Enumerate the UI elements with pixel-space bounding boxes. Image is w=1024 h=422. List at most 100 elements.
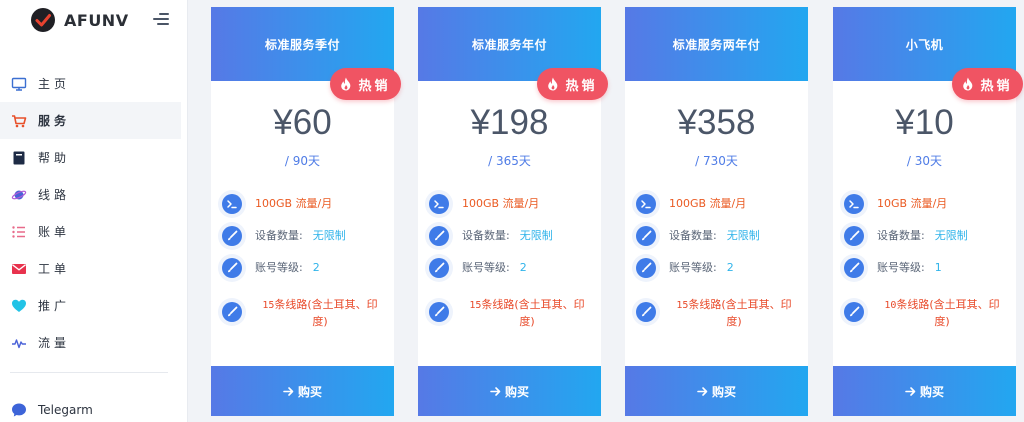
mail-icon xyxy=(12,263,26,274)
feature-lines-count: 15 xyxy=(469,300,482,311)
buy-button[interactable]: 购买 xyxy=(625,366,808,416)
sidebar-item-promotion[interactable]: 推广 xyxy=(0,287,181,324)
feature-lines-count: 10 xyxy=(884,300,897,311)
book-icon xyxy=(13,151,25,164)
feature-traffic: 100GB 流量/月 xyxy=(222,194,332,214)
brush-icon xyxy=(636,302,656,322)
buy-button[interactable]: 购买 xyxy=(211,366,394,416)
brush-icon xyxy=(429,226,449,246)
feature-level-label: 账号等级: xyxy=(255,261,303,274)
arrow-right-icon xyxy=(490,386,501,396)
plan-price: ¥10 xyxy=(895,103,954,142)
brush-icon xyxy=(844,226,864,246)
plan-price: ¥358 xyxy=(677,103,756,142)
feature-devices-label: 设备数量: xyxy=(877,229,925,242)
feature-lines: 15条线路(含土耳其、印度) xyxy=(636,296,799,330)
feature-traffic: 100GB 流量/月 xyxy=(636,194,746,214)
sidebar-item-label: 线路 xyxy=(38,188,71,202)
sidebar-item-bills[interactable]: 账单 xyxy=(0,213,181,250)
sidebar-item-label: 帮助 xyxy=(38,151,71,165)
plan-name: 标准服务季付 xyxy=(264,37,340,52)
nav-divider xyxy=(10,372,168,373)
buy-button-label: 购买 xyxy=(711,384,736,399)
feature-lines-desc: 条线路(含土耳其、印度) xyxy=(896,298,1000,328)
feature-devices: 设备数量: 无限制 xyxy=(636,226,760,246)
plan-name: 标准服务两年付 xyxy=(672,37,761,52)
sidebar-item-traffic[interactable]: 流量 xyxy=(0,324,181,361)
plan-period: / 30天 xyxy=(906,154,943,168)
feature-devices: 设备数量: 无限制 xyxy=(222,226,346,246)
planet-icon xyxy=(11,190,27,199)
sidebar-item-lines[interactable]: 线路 xyxy=(0,176,181,213)
plan-name: 标准服务年付 xyxy=(471,37,547,52)
brush-icon xyxy=(844,258,864,278)
buy-button[interactable]: 购买 xyxy=(418,366,601,416)
chat-bubble-icon xyxy=(12,403,26,417)
feature-level-value: 2 xyxy=(312,261,320,274)
feature-lines: 15条线路(含土耳其、印度) xyxy=(429,296,592,330)
feature-level: 账号等级: 2 xyxy=(636,258,734,278)
feature-devices-label: 设备数量: xyxy=(669,229,717,242)
sidebar-item-label: 工单 xyxy=(38,262,71,276)
flame-icon xyxy=(963,77,973,91)
hot-badge: 热销 xyxy=(330,68,401,100)
feature-lines-text: 15条线路(含土耳其、印度) xyxy=(669,296,799,330)
plan-card-3: 标准服务两年付 ¥358 / 730天 100GB 流量/月 设备数量: 无限制 … xyxy=(625,7,808,416)
feature-lines-text: 10条线路(含土耳其、印度) xyxy=(877,296,1007,330)
feature-lines-text: 15条线路(含土耳其、印度) xyxy=(255,296,385,330)
feature-devices-value: 无限制 xyxy=(726,229,760,242)
brush-icon xyxy=(429,258,449,278)
brush-icon xyxy=(222,226,242,246)
feature-lines: 15条线路(含土耳其、印度) xyxy=(222,296,385,330)
hot-badge-label: 热销 xyxy=(358,78,391,94)
sidebar-item-home[interactable]: 主页 xyxy=(0,65,181,102)
feature-level: 账号等级: 2 xyxy=(429,258,527,278)
feature-level-label: 账号等级: xyxy=(669,261,717,274)
sidebar-item-label: 推广 xyxy=(38,299,71,313)
feature-level-value: 1 xyxy=(934,261,942,274)
sidebar-nav: 主页 服务 帮助 线路 账单 工单 推广 流量 xyxy=(0,65,181,361)
sidebar-item-label: 主页 xyxy=(38,77,71,91)
feature-traffic-text: 100GB 流量/月 xyxy=(255,197,333,210)
flame-icon xyxy=(548,77,558,91)
hot-badge-label: 热销 xyxy=(980,78,1013,94)
telegram-label: Telegarm xyxy=(38,403,93,417)
brush-icon xyxy=(222,302,242,322)
arrow-right-icon xyxy=(905,386,916,396)
feature-level-value: 2 xyxy=(726,261,734,274)
terminal-icon xyxy=(429,194,449,214)
terminal-icon xyxy=(636,194,656,214)
feature-level: 账号等级: 1 xyxy=(844,258,942,278)
menu-toggle-icon[interactable] xyxy=(153,12,169,26)
feature-lines-desc: 条线路(含土耳其、印度) xyxy=(274,298,378,328)
feature-lines-desc: 条线路(含土耳其、印度) xyxy=(688,298,792,328)
plan-card-header: 标准服务两年付 xyxy=(625,7,808,81)
brush-icon xyxy=(636,258,656,278)
hot-badge-label: 热销 xyxy=(565,78,598,94)
feature-devices-label: 设备数量: xyxy=(462,229,510,242)
sidebar-item-help[interactable]: 帮助 xyxy=(0,139,181,176)
monitor-icon xyxy=(11,77,27,91)
sidebar-item-service[interactable]: 服务 xyxy=(0,102,181,139)
arrow-right-icon xyxy=(283,386,294,396)
sidebar-item-telegram[interactable]: Telegarm xyxy=(11,401,93,419)
plan-card-1: 标准服务季付 热销 ¥60 / 90天 100GB 流量/月 设备数量: 无限制 xyxy=(211,7,401,416)
brand[interactable]: AFUNV xyxy=(30,7,129,33)
list-icon xyxy=(12,225,25,238)
feature-devices-label: 设备数量: xyxy=(255,229,303,242)
logo-check-icon xyxy=(31,8,55,32)
plan-period: / 90天 xyxy=(284,154,321,168)
buy-button[interactable]: 购买 xyxy=(833,366,1016,416)
sidebar-item-tickets[interactable]: 工单 xyxy=(0,250,181,287)
brush-icon xyxy=(222,258,242,278)
buy-button-label: 购买 xyxy=(504,384,529,399)
feature-lines-count: 15 xyxy=(262,300,275,311)
sidebar-item-label: 账单 xyxy=(38,225,71,239)
feature-devices-value: 无限制 xyxy=(934,229,968,242)
heart-icon xyxy=(12,299,26,312)
plan-price: ¥60 xyxy=(273,103,332,142)
feature-lines-desc: 条线路(含土耳其、印度) xyxy=(481,298,585,328)
plan-price: ¥198 xyxy=(470,103,549,142)
arrow-right-icon xyxy=(697,386,708,396)
terminal-icon xyxy=(222,194,242,214)
